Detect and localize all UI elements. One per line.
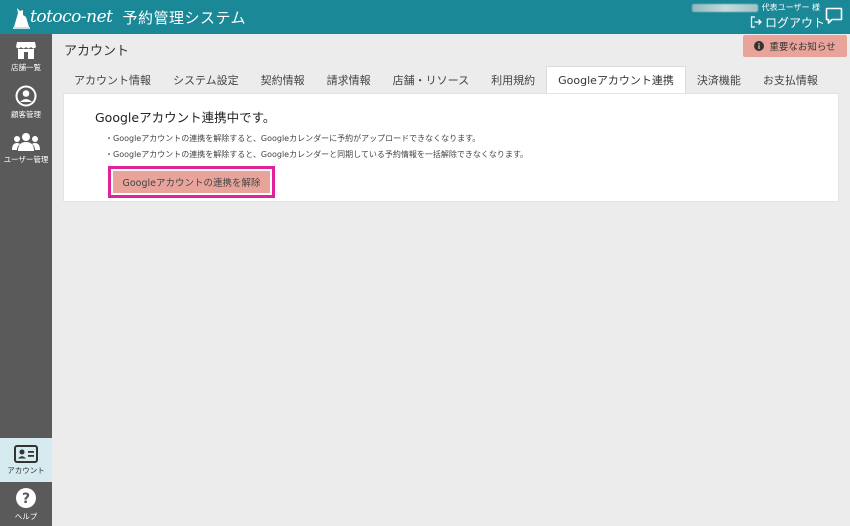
svg-text:?: ? [22,491,30,507]
tab-terms[interactable]: 利用規約 [480,66,546,93]
app-header: totoco-net 予約管理システム 代表ユーザー 様 ログアウト [0,0,850,34]
users-icon [12,132,40,151]
logout-button[interactable]: ログアウト [750,14,825,30]
chat-button[interactable] [824,6,844,26]
tab-billing-info[interactable]: 請求情報 [316,66,382,93]
sidebar-item-label: 店舗一覧 [11,62,41,72]
app-title: 予約管理システム [122,8,247,27]
notice-label: 重要なお知らせ [769,42,836,53]
tab-stores-resources[interactable]: 店舗・リソース [382,66,480,93]
id-card-icon [14,444,38,463]
logo-cat-icon [13,8,30,29]
info-icon [754,41,765,51]
sidebar-item-label: ユーザー管理 [3,154,49,164]
user-info: 代表ユーザー 様 [692,2,820,13]
note-item: ・Googleアカウントの連携を解除すると、Googleカレンダーと同期している… [105,150,529,159]
chat-bubble-icon [825,7,843,24]
page-title: アカウント [64,44,130,59]
tab-payment-info[interactable]: お支払情報 [752,66,829,93]
important-notice-button[interactable]: 重要なお知らせ [743,35,847,57]
sidebar-item-help[interactable]: ? ヘルプ [0,482,52,526]
tab-google-account[interactable]: Googleアカウント連携 [546,66,686,93]
notes: ・Googleアカウントの連携を解除すると、Googleカレンダーに予約がアップ… [105,131,528,163]
account-tabs: アカウント情報 システム設定 契約情報 請求情報 店舗・リソース 利用規約 Go… [63,66,829,93]
note-item: ・Googleアカウントの連携を解除すると、Googleカレンダーに予約がアップ… [105,134,481,143]
google-link-panel: Googleアカウント連携中です。 ・Googleアカウントの連携を解除すると、… [63,93,839,202]
person-circle-icon [15,85,37,106]
sidebar-item-label: 顧客管理 [11,109,41,119]
unlink-google-button[interactable]: Googleアカウントの連携を解除 [113,171,270,193]
sidebar-item-customers[interactable]: 顧客管理 [0,80,52,124]
sidebar-item-label: ヘルプ [14,511,38,521]
logo-text: totoco-net [30,7,113,27]
sidebar: 店舗一覧 顧客管理 ユーザー管理 アカウント ? ヘルプ [0,34,52,526]
logout-label: ログアウト [765,15,826,30]
tab-contract-info[interactable]: 契約情報 [250,66,316,93]
tab-payment-features[interactable]: 決済機能 [686,66,752,93]
tab-system-settings[interactable]: システム設定 [162,66,250,93]
sidebar-item-users[interactable]: ユーザー管理 [0,126,52,170]
user-name-redacted [692,3,758,12]
sidebar-item-stores[interactable]: 店舗一覧 [0,34,52,78]
sidebar-item-account[interactable]: アカウント [0,438,52,482]
logo[interactable]: totoco-net 予約管理システム [10,5,246,29]
help-icon: ? [16,487,36,508]
sidebar-item-label: アカウント [7,465,45,475]
user-role: 代表ユーザー 様 [761,3,820,12]
logout-icon [750,16,762,28]
panel-title: Googleアカウント連携中です。 [95,110,276,125]
store-icon [16,41,36,59]
unlink-button-highlight: Googleアカウントの連携を解除 [108,166,275,198]
tab-account-info[interactable]: アカウント情報 [63,66,162,93]
